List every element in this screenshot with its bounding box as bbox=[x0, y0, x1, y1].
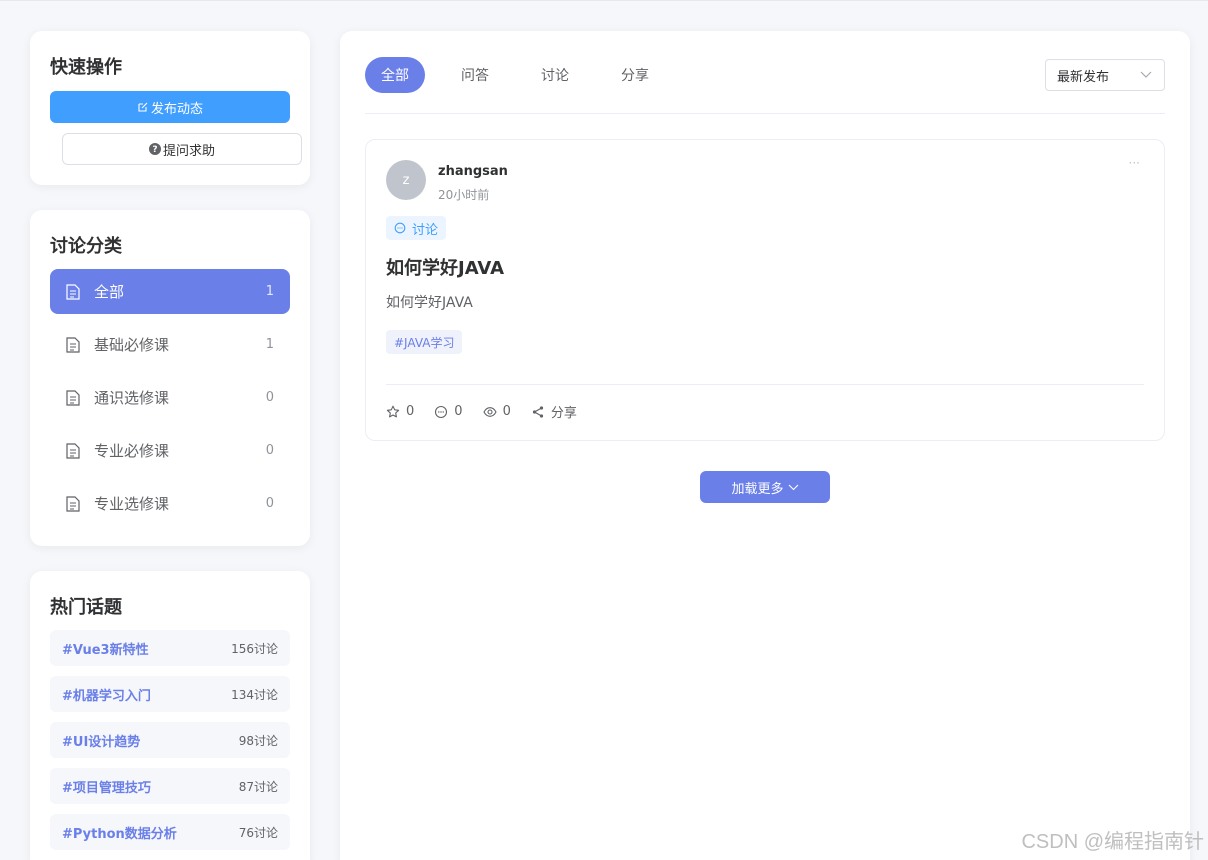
hot-topics-card: 热门话题 #Vue3新特性 156讨论 #机器学习入门 134讨论 #UI设计趋… bbox=[30, 571, 310, 860]
chevron-down-icon bbox=[788, 484, 798, 490]
hot-topic-name: #Python数据分析 bbox=[62, 826, 177, 842]
avatar[interactable]: z bbox=[386, 160, 426, 200]
category-item-all[interactable]: 全部 1 bbox=[50, 269, 290, 314]
hot-topic-name: #机器学习入门 bbox=[62, 688, 151, 704]
hot-topic-name: #项目管理技巧 bbox=[62, 780, 151, 796]
post-tag[interactable]: #JAVA学习 bbox=[386, 330, 463, 354]
view-count: 0 bbox=[502, 404, 511, 419]
comment-action[interactable]: 0 bbox=[434, 404, 463, 419]
like-action[interactable]: 0 bbox=[386, 404, 414, 419]
star-icon bbox=[386, 405, 400, 417]
chevron-down-icon bbox=[1140, 71, 1152, 78]
more-options-icon[interactable]: ··· bbox=[1129, 156, 1140, 170]
hot-topic-count: 87讨论 bbox=[238, 779, 278, 794]
document-icon bbox=[66, 336, 80, 353]
hot-topic-name: #UI设计趋势 bbox=[62, 734, 141, 750]
hot-topic-name: #Vue3新特性 bbox=[62, 642, 149, 658]
hot-topic-count: 76讨论 bbox=[238, 825, 278, 840]
svg-text:?: ? bbox=[152, 145, 157, 155]
hot-topic-item[interactable]: #Vue3新特性 156讨论 bbox=[50, 630, 290, 666]
post-type-tabs: 全部 问答 讨论 分享 bbox=[365, 57, 685, 93]
edit-icon bbox=[138, 102, 148, 112]
tab-questions[interactable]: 问答 bbox=[445, 57, 505, 93]
document-icon bbox=[66, 442, 80, 459]
share-icon bbox=[532, 405, 543, 418]
share-action[interactable]: 分享 bbox=[531, 402, 577, 421]
categories-card: 讨论分类 全部 1 基础必修课 1 通识选修课 0 专业必修课 0 专业选修课 … bbox=[30, 210, 310, 546]
category-list: 全部 1 基础必修课 1 通识选修课 0 专业必修课 0 专业选修课 0 bbox=[50, 269, 290, 534]
load-more-button[interactable]: 加载更多 bbox=[700, 471, 830, 503]
post-card[interactable]: z zhangsan 20小时前 ··· 讨论 如何学好JAVA 如何学好JAV… bbox=[365, 139, 1165, 441]
eye-icon bbox=[482, 406, 497, 417]
tab-shares[interactable]: 分享 bbox=[605, 57, 665, 93]
category-label: 全部 bbox=[94, 283, 125, 301]
category-count: 1 bbox=[265, 337, 274, 352]
view-action: 0 bbox=[482, 404, 511, 419]
post-feed-panel: 全部 问答 讨论 分享 最新发布 z zhangsan 20小时前 ··· 讨论… bbox=[340, 31, 1190, 860]
ask-help-label: 提问求助 bbox=[162, 143, 215, 159]
comment-icon bbox=[435, 405, 448, 418]
watermark: CSDN @编程指南针 bbox=[1021, 831, 1204, 853]
post-body: 如何学好JAVA bbox=[386, 295, 473, 311]
category-item-major-elective[interactable]: 专业选修课 0 bbox=[50, 481, 290, 526]
post-update-button[interactable]: 发布动态 bbox=[50, 91, 290, 123]
post-author[interactable]: zhangsan bbox=[438, 164, 508, 179]
category-count: 0 bbox=[265, 496, 274, 511]
category-label: 通识选修课 bbox=[94, 389, 170, 407]
header-divider bbox=[365, 113, 1165, 114]
category-count: 0 bbox=[265, 390, 274, 405]
share-label: 分享 bbox=[550, 406, 577, 421]
hot-topic-item[interactable]: #Python数据分析 76讨论 bbox=[50, 814, 290, 850]
category-label: 专业必修课 bbox=[94, 442, 170, 460]
question-circle-icon: ? bbox=[148, 143, 161, 155]
post-title[interactable]: 如何学好JAVA bbox=[386, 254, 504, 280]
category-label: 基础必修课 bbox=[94, 336, 170, 354]
hot-topic-count: 156讨论 bbox=[231, 641, 278, 656]
category-count: 1 bbox=[265, 284, 274, 299]
post-divider bbox=[386, 384, 1144, 385]
document-icon bbox=[66, 283, 80, 300]
hot-topic-count: 134讨论 bbox=[231, 687, 278, 702]
tab-discussions[interactable]: 讨论 bbox=[525, 57, 585, 93]
category-item-major-required[interactable]: 专业必修课 0 bbox=[50, 428, 290, 473]
sort-selected-value: 最新发布 bbox=[1057, 69, 1110, 85]
hot-topics-title: 热门话题 bbox=[50, 597, 122, 618]
post-type-badge: 讨论 bbox=[386, 216, 447, 240]
post-time: 20小时前 bbox=[438, 188, 490, 202]
quick-actions-card: 快速操作 发布动态 ? 提问求助 bbox=[30, 31, 310, 185]
category-item-general-elective[interactable]: 通识选修课 0 bbox=[50, 375, 290, 420]
chat-bubble-icon bbox=[394, 222, 406, 234]
category-count: 0 bbox=[265, 443, 274, 458]
document-icon bbox=[66, 495, 80, 512]
hot-topic-count: 98讨论 bbox=[238, 733, 278, 748]
categories-title: 讨论分类 bbox=[50, 236, 122, 257]
category-label: 专业选修课 bbox=[94, 495, 170, 513]
hot-topic-item[interactable]: #项目管理技巧 87讨论 bbox=[50, 768, 290, 804]
hot-topic-list: #Vue3新特性 156讨论 #机器学习入门 134讨论 #UI设计趋势 98讨… bbox=[50, 630, 290, 860]
load-more-label: 加载更多 bbox=[731, 481, 784, 497]
category-item-basic-required[interactable]: 基础必修课 1 bbox=[50, 322, 290, 367]
document-icon bbox=[66, 389, 80, 406]
like-count: 0 bbox=[406, 404, 415, 419]
sort-select[interactable]: 最新发布 bbox=[1045, 59, 1165, 91]
post-actions: 0 0 0 分享 bbox=[386, 402, 597, 421]
hot-topic-item[interactable]: #机器学习入门 134讨论 bbox=[50, 676, 290, 712]
post-update-label: 发布动态 bbox=[150, 101, 203, 117]
comment-count: 0 bbox=[454, 404, 463, 419]
quick-actions-title: 快速操作 bbox=[50, 57, 122, 78]
hot-topic-item[interactable]: #UI设计趋势 98讨论 bbox=[50, 722, 290, 758]
post-type-label: 讨论 bbox=[412, 222, 439, 238]
tab-all[interactable]: 全部 bbox=[365, 57, 425, 93]
ask-help-button[interactable]: ? 提问求助 bbox=[62, 133, 302, 165]
